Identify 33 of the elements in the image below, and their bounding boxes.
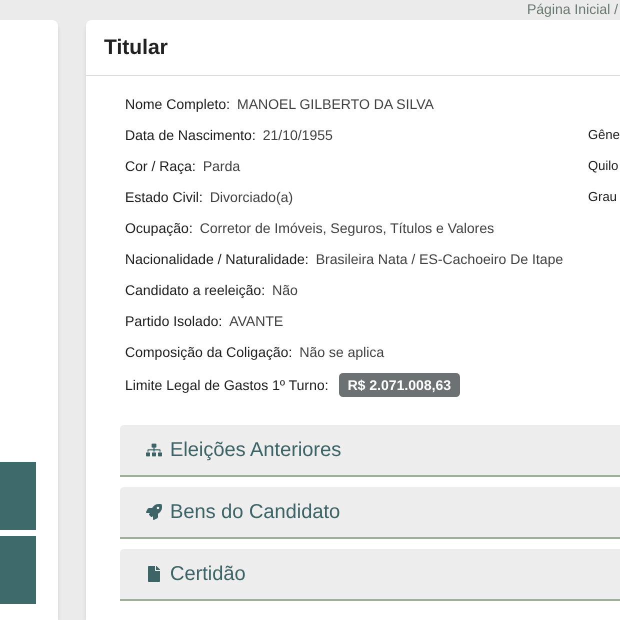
side-button[interactable] — [0, 462, 36, 530]
breadcrumb[interactable]: Página Inicial / — [526, 1, 618, 17]
field-value: Divorciado(a) — [210, 188, 294, 207]
field-label: Nome Completo: — [125, 95, 230, 114]
field-label: Quilo — [588, 157, 620, 175]
field-value: Corretor de Imóveis, Seguros, Títulos e Valores — [200, 219, 494, 238]
side-button[interactable] — [0, 536, 36, 604]
field-label: Gêne — [588, 126, 620, 144]
field-label: Nacionalidade / Naturalidade: — [125, 250, 309, 269]
field-value: Brasileira Nata / ES-Cachoeiro De Itape — [316, 250, 564, 269]
amount-badge: R$ 2.071.008,63 — [338, 373, 460, 397]
rocket-icon — [146, 504, 162, 520]
field-value: MANOEL GILBERTO DA SILVA — [237, 95, 434, 114]
accordion-header[interactable]: Eleições Anteriores — [120, 425, 620, 477]
field-label: Cor / Raça: — [125, 157, 196, 176]
field-value: Parda — [202, 157, 240, 176]
field-label: Ocupação: — [125, 219, 193, 238]
field-label: Estado Civil: — [125, 188, 203, 207]
field-value: 21/10/1955 — [262, 126, 333, 145]
field-value: Não se aplica — [299, 343, 384, 362]
document-icon — [146, 566, 162, 582]
field-label: Data de Nascimento: — [125, 126, 256, 145]
sitemap-icon — [146, 442, 162, 458]
accordion-header[interactable]: Certidão — [120, 549, 620, 601]
field-value: Não — [272, 281, 298, 300]
field-value: AVANTE — [229, 312, 284, 331]
field-label: Grau — [588, 188, 618, 206]
card-title: Titular — [104, 34, 168, 61]
accordion-header[interactable]: Bens do Candidato — [120, 487, 620, 539]
field-label: Composição da Coligação: — [125, 343, 292, 362]
field-label: Candidato a reeleição: — [125, 281, 266, 300]
field-label: Partido Isolado: — [125, 312, 222, 331]
field-label: Limite Legal de Gastos 1º Turno: — [125, 376, 329, 395]
